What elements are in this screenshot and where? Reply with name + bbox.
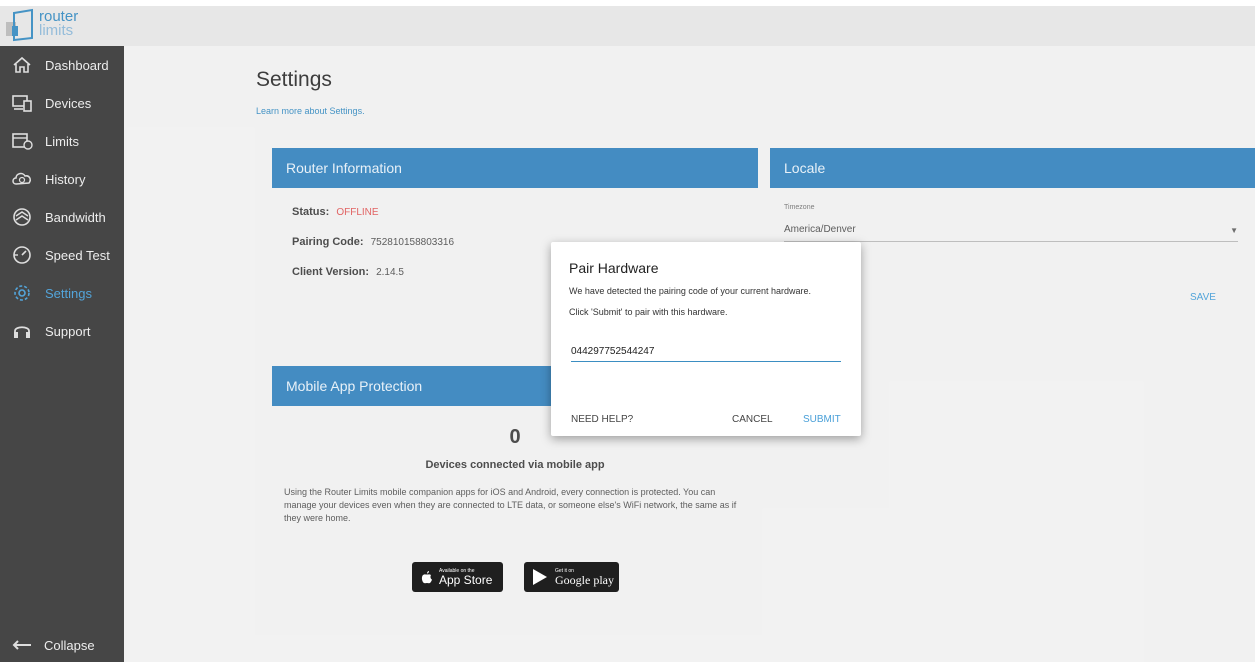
sidebar-item-label: Settings	[45, 285, 92, 301]
bandwidth-icon	[8, 206, 36, 228]
collapse-label: Collapse	[44, 637, 95, 653]
top-bar: router limits	[0, 6, 1255, 46]
sidebar-item-devices[interactable]: Devices	[0, 84, 124, 122]
timezone-label: Timezone	[784, 204, 815, 211]
client-version-label: Client Version:	[292, 266, 370, 278]
status-label: Status:	[292, 206, 330, 218]
sidebar-item-speed-test[interactable]: Speed Test	[0, 236, 124, 274]
devices-icon	[8, 92, 36, 114]
gear-icon	[8, 282, 36, 304]
home-icon	[8, 54, 36, 76]
pair-hardware-dialog: Pair Hardware We have detected the pairi…	[551, 242, 861, 436]
app-frame: router limits Dashboard Devices Limits H…	[0, 0, 1255, 662]
pairing-code-input[interactable]	[571, 342, 841, 362]
mobile-description: Using the Router Limits mobile companion…	[284, 487, 737, 523]
collapse-button[interactable]: Collapse	[0, 628, 124, 662]
dialog-title: Pair Hardware	[569, 260, 659, 276]
save-button[interactable]: SAVE	[1190, 292, 1216, 303]
router-limits-logo[interactable]: router limits	[4, 8, 124, 44]
mobile-device-count-label: Devices connected via mobile app	[425, 459, 605, 471]
sidebar-item-history[interactable]: History	[0, 160, 124, 198]
pairing-code-value: 752810158803316	[370, 237, 455, 248]
headset-icon	[8, 320, 36, 342]
sidebar: Dashboard Devices Limits History Bandwid…	[0, 46, 124, 662]
router-information-header: Router Information	[272, 148, 758, 188]
sidebar-item-label: Limits	[45, 133, 79, 149]
sidebar-item-bandwidth[interactable]: Bandwidth	[0, 198, 124, 236]
dialog-text-instruction: Click 'Submit' to pair with this hardwar…	[569, 307, 728, 317]
timezone-select[interactable]: America/Denver ▼	[784, 224, 1238, 242]
history-cloud-icon	[8, 168, 36, 190]
learn-more-link[interactable]: Learn more about Settings.	[256, 106, 365, 116]
sidebar-item-label: History	[45, 171, 86, 187]
sidebar-item-settings[interactable]: Settings	[0, 274, 124, 312]
page-title: Settings	[256, 68, 332, 91]
client-version-row: Client Version: 2.14.5	[292, 266, 404, 278]
sidebar-item-label: Bandwidth	[45, 209, 106, 225]
logo-text: router limits	[39, 9, 78, 39]
app-store-big-text: App Store	[439, 572, 493, 587]
need-help-button[interactable]: NEED HELP?	[571, 414, 633, 425]
sidebar-item-label: Speed Test	[45, 247, 110, 263]
sidebar-item-support[interactable]: Support	[0, 312, 124, 350]
dialog-text-detected: We have detected the pairing code of you…	[569, 286, 811, 296]
app-store-badge[interactable]: Available on the App Store	[412, 562, 503, 592]
sidebar-item-dashboard[interactable]: Dashboard	[0, 46, 124, 84]
sidebar-item-label: Devices	[45, 95, 92, 111]
client-version-value: 2.14.5	[376, 267, 404, 278]
status-row: Status: OFFLINE	[292, 206, 379, 218]
status-value: OFFLINE	[336, 207, 379, 218]
speedometer-icon	[8, 244, 36, 266]
timezone-value: America/Denver	[784, 224, 856, 235]
logo-line-2: limits	[39, 22, 74, 39]
locale-header: Locale	[770, 148, 1255, 188]
google-play-badge[interactable]: Get it on Google play	[524, 562, 619, 592]
sidebar-item-limits[interactable]: Limits	[0, 122, 124, 160]
logo-mark-icon	[6, 8, 33, 42]
play-triangle-icon	[532, 568, 548, 586]
pairing-code-row: Pairing Code: 752810158803316	[292, 236, 454, 248]
calendar-clock-icon	[8, 130, 36, 152]
apple-icon	[421, 570, 433, 584]
google-play-big-text: Google play	[555, 572, 614, 587]
cancel-button[interactable]: CANCEL	[732, 414, 773, 425]
submit-button[interactable]: SUBMIT	[803, 414, 841, 425]
caret-down-icon: ▼	[1230, 226, 1238, 235]
sidebar-item-label: Dashboard	[45, 57, 109, 73]
pairing-code-label: Pairing Code:	[292, 236, 364, 248]
arrow-left-icon	[12, 638, 34, 652]
sidebar-item-label: Support	[45, 323, 91, 339]
